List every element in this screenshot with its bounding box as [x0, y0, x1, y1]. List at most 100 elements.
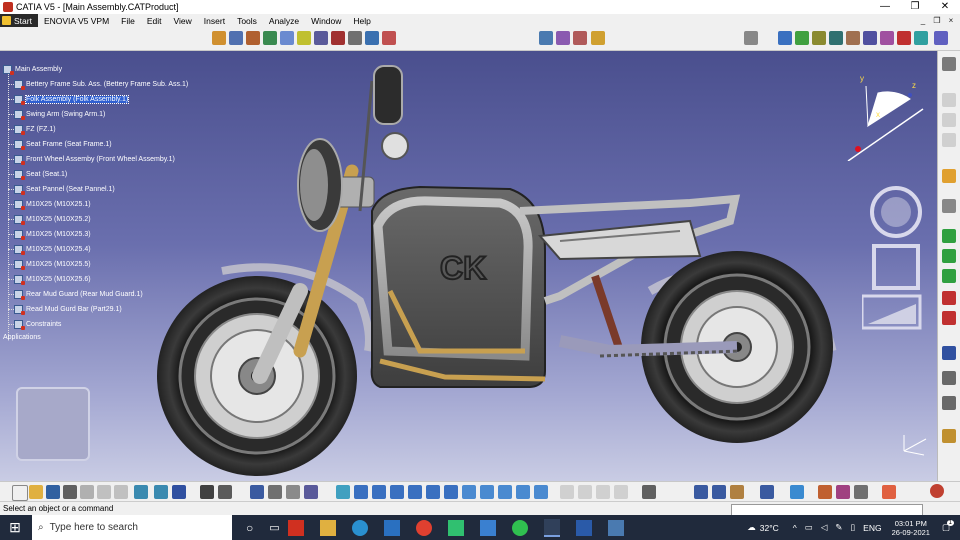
distance-icon[interactable]	[573, 31, 587, 45]
angle-icon[interactable]	[942, 291, 956, 305]
doc-restore-button[interactable]: ❐	[930, 14, 944, 27]
clock[interactable]: 03:01 PM 26-09-2021	[892, 519, 930, 537]
tree-node[interactable]: M10X25 (M10X25.5)	[14, 258, 91, 271]
material-icon[interactable]	[818, 485, 832, 499]
menu-analyze[interactable]: Analyze	[263, 16, 305, 26]
menu-edit[interactable]: Edit	[141, 16, 168, 26]
snap-icon[interactable]	[348, 31, 362, 45]
battery-icon[interactable]: ▯	[850, 522, 855, 533]
view-navigation-control[interactable]	[862, 186, 922, 336]
iso-view-icon[interactable]	[480, 485, 494, 499]
camera-icon[interactable]	[642, 485, 656, 499]
cut-icon[interactable]	[80, 485, 94, 499]
compass-icon[interactable]: y z x	[838, 71, 928, 161]
normal-view-icon[interactable]	[444, 485, 458, 499]
new-file-icon[interactable]	[12, 485, 28, 501]
tray-chevron-icon[interactable]: ^	[793, 523, 797, 533]
distance-band-icon[interactable]	[578, 485, 592, 499]
clash-analysis-icon[interactable]	[614, 485, 628, 499]
paste-icon[interactable]	[114, 485, 128, 499]
render-style-icon[interactable]	[498, 485, 512, 499]
new-component-icon[interactable]	[942, 93, 956, 107]
update-assembly-icon[interactable]	[942, 346, 956, 360]
edge-icon[interactable]	[351, 519, 368, 536]
fast-multi-icon[interactable]	[914, 31, 928, 45]
tree-node[interactable]: Seat Pannel (Seat Pannel.1)	[14, 183, 115, 196]
image-viewer-icon[interactable]	[607, 519, 624, 536]
fix-icon[interactable]	[942, 311, 956, 325]
zoom-in-icon[interactable]	[408, 485, 422, 499]
measure-item-icon[interactable]	[795, 31, 809, 45]
reorder-icon[interactable]	[297, 31, 311, 45]
contact-icon[interactable]	[942, 249, 956, 263]
sectioning-icon[interactable]	[556, 31, 570, 45]
word-icon[interactable]	[575, 519, 592, 536]
rotate-icon[interactable]	[390, 485, 404, 499]
catalog-icon[interactable]	[829, 31, 843, 45]
scene-icon[interactable]	[942, 429, 956, 443]
flag-note-icon[interactable]	[942, 396, 956, 410]
volume-icon[interactable]: ◁	[821, 522, 828, 533]
tree-root[interactable]: Main Assembly	[3, 63, 62, 76]
product-icon[interactable]	[212, 31, 226, 45]
lights-icon[interactable]	[854, 485, 868, 499]
table-icon[interactable]	[250, 485, 264, 499]
part-icon[interactable]	[229, 31, 243, 45]
tree-applications[interactable]: Applications	[3, 331, 41, 344]
menu-tools[interactable]: Tools	[231, 16, 263, 26]
tree-node[interactable]: FZ (FZ.1)	[14, 123, 56, 136]
tree-node[interactable]: Seat Frame (Seat Frame.1)	[14, 138, 112, 151]
manipulation-icon[interactable]	[942, 199, 956, 213]
scenes-icon[interactable]	[863, 31, 877, 45]
doc-minimize-button[interactable]: _	[916, 14, 930, 27]
view-thumbnail[interactable]	[16, 387, 90, 461]
reorder-graph-icon[interactable]	[694, 485, 708, 499]
tree-node[interactable]: Swing Arm (Swing Arm.1)	[14, 108, 105, 121]
tree-node[interactable]: M10X25 (M10X25.1)	[14, 198, 91, 211]
fly-mode-icon[interactable]	[336, 485, 350, 499]
explode-icon[interactable]	[365, 31, 379, 45]
save-icon[interactable]	[46, 485, 60, 499]
constraint-icon[interactable]	[382, 31, 396, 45]
zoom-out-icon[interactable]	[426, 485, 440, 499]
catia-taskbar-icon[interactable]	[543, 518, 560, 537]
formula-icon[interactable]	[200, 485, 214, 499]
new-part-icon[interactable]	[942, 133, 956, 147]
swap-visible-space-icon[interactable]	[534, 485, 548, 499]
office-icon[interactable]	[287, 519, 304, 536]
redo-icon[interactable]	[154, 485, 168, 499]
tree-node[interactable]: M10X25 (M10X25.6)	[14, 273, 91, 286]
select-icon[interactable]	[942, 169, 956, 183]
copy-icon[interactable]	[97, 485, 111, 499]
manipulate-icon[interactable]	[331, 31, 345, 45]
pen-icon[interactable]: ✎	[835, 522, 842, 533]
grid-icon[interactable]	[882, 485, 896, 499]
3d-viewport[interactable]: CK Main Assembly Bettery Frame Sub. Ass.…	[0, 51, 937, 481]
cortana-icon[interactable]: ○	[246, 521, 253, 535]
inertia-icon[interactable]	[812, 31, 826, 45]
cut-section-icon[interactable]	[560, 485, 574, 499]
menu-enovia[interactable]: ENOVIA V5 VPM	[38, 16, 115, 26]
calendar-icon[interactable]	[479, 519, 496, 536]
texture-icon[interactable]	[836, 485, 850, 499]
doc-close-button[interactable]: ×	[944, 14, 958, 27]
menu-window[interactable]: Window	[305, 16, 347, 26]
tree-constraints[interactable]: Constraints	[14, 318, 61, 331]
sketch-icon[interactable]	[790, 485, 804, 499]
notification-center[interactable]: ▢ 1	[942, 520, 954, 533]
tree-node[interactable]: Read Mud Gurd Bar (Part29.1)	[14, 303, 122, 316]
multi-instantiate-icon[interactable]	[314, 31, 328, 45]
generate-numbering-icon[interactable]	[760, 485, 774, 499]
whats-this-icon[interactable]	[172, 485, 186, 499]
open-file-icon[interactable]	[29, 485, 43, 499]
tree-node[interactable]: Bettery Frame Sub. Ass. (Bettery Frame S…	[14, 78, 188, 91]
annotation-icon[interactable]	[591, 31, 605, 45]
knowledge-icon[interactable]	[218, 485, 232, 499]
existing-component-icon[interactable]	[263, 31, 277, 45]
multi-view-icon[interactable]	[462, 485, 476, 499]
new-product-icon[interactable]	[942, 113, 956, 127]
language-indicator[interactable]: ENG	[863, 523, 881, 533]
replace-icon[interactable]	[280, 31, 294, 45]
tree-node[interactable]: Folk Assembly (Folk Assembly.1)	[14, 93, 130, 106]
start-menu[interactable]: Start	[0, 14, 38, 27]
